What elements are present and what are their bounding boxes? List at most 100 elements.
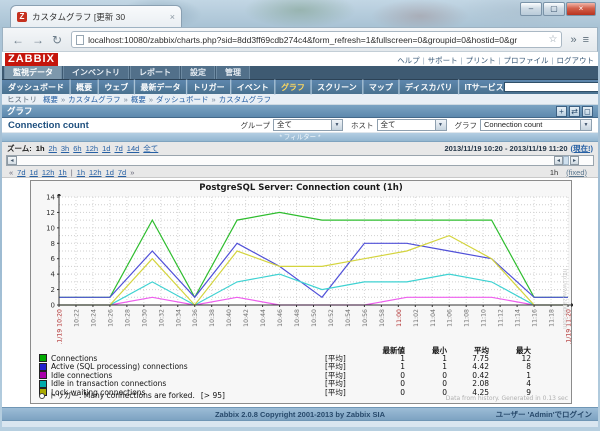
maximize-button[interactable]: ▢ xyxy=(543,2,565,16)
zoom-bar: ズーム: 1h 2h3h6h12h1d7d14d全て 2013/11/19 10… xyxy=(2,142,598,154)
prev-page-icon[interactable]: « xyxy=(9,168,13,177)
back-icon[interactable]: ← xyxy=(12,33,24,47)
forward-period-link[interactable]: 1d xyxy=(106,168,114,177)
separator: | xyxy=(397,78,401,96)
back-period-link[interactable]: 12h xyxy=(42,168,55,177)
tab-close-icon[interactable]: × xyxy=(170,12,175,22)
chevron-down-icon[interactable]: ▼ xyxy=(331,120,342,130)
zabbix-header: ZABBIX ヘルプ|サポート|プリント|プロファイル|ログアウト xyxy=(2,52,598,66)
browser-titlebar: Z カスタムグラフ [更新 30 × – ▢ × xyxy=(0,0,600,28)
back-period-link[interactable]: 1d xyxy=(30,168,38,177)
svg-text:0: 0 xyxy=(51,302,55,310)
sub-menu-item[interactable]: ITサービス xyxy=(465,82,504,93)
search-input[interactable] xyxy=(504,82,598,92)
header-link-3[interactable]: プロファイル xyxy=(504,56,549,65)
sub-menu-item[interactable]: ウェブ xyxy=(104,82,128,93)
back-period-links: 7d 1d 12h1h xyxy=(15,168,69,177)
scrollbar-left-arrow-icon[interactable]: ◂ xyxy=(7,156,17,165)
zoom-option-link[interactable]: 2h xyxy=(49,144,57,153)
sub-menu-item[interactable]: ダッシュボード xyxy=(8,82,64,93)
forward-icon[interactable]: → xyxy=(32,33,44,47)
zoom-option-link[interactable]: 全て xyxy=(143,144,158,153)
line-chart[interactable]: 0246810121411/19 10:2010:2210:2410:2610:… xyxy=(31,194,573,344)
now-link[interactable]: (現在!) xyxy=(571,143,594,154)
zoom-option-link[interactable]: 14d xyxy=(127,144,140,153)
scrollbar-selection[interactable] xyxy=(563,156,569,165)
svg-text:4: 4 xyxy=(51,271,56,279)
svg-text:10:46: 10:46 xyxy=(277,309,284,327)
time-period[interactable]: 2013/11/19 10:20 - 2013/11/19 11:20 xyxy=(444,144,567,153)
scrollbar-right-handle[interactable]: ▸ xyxy=(570,156,579,165)
back-period-link[interactable]: 7d xyxy=(17,168,25,177)
zoom-option-link[interactable]: 1d xyxy=(102,144,110,153)
chevron-down-icon[interactable]: ▼ xyxy=(580,120,591,130)
header-link-1[interactable]: サポート xyxy=(428,56,458,65)
sub-menu-item[interactable]: 概要 xyxy=(76,82,92,93)
bookmark-star-icon[interactable]: ☆ xyxy=(548,34,557,45)
filter-select[interactable]: 全て▼ xyxy=(377,119,447,131)
breadcrumb-link[interactable]: ダッシュボード xyxy=(156,95,209,104)
fixed-link[interactable]: (fixed) xyxy=(566,168,587,177)
zoom-option-link[interactable]: 3h xyxy=(61,144,69,153)
breadcrumb-link[interactable]: 概要 xyxy=(43,95,58,104)
slideshow-icon[interactable]: ⇄ xyxy=(569,106,580,117)
graph-title-link[interactable]: Connection count xyxy=(8,120,89,131)
forward-period-link[interactable]: 7d xyxy=(118,168,126,177)
back-period-link[interactable]: 1h xyxy=(58,168,66,177)
main-tab[interactable]: 設定 xyxy=(181,64,215,79)
sub-menu-item[interactable]: イベント xyxy=(237,82,269,93)
chevron-down-icon[interactable]: ▼ xyxy=(435,120,446,130)
main-tab[interactable]: 管理 xyxy=(216,64,250,79)
sub-menu-item[interactable]: トリガー xyxy=(193,82,225,93)
main-tab[interactable]: レポート xyxy=(130,64,180,79)
header-link-0[interactable]: ヘルプ xyxy=(397,56,420,65)
browser-tab[interactable]: Z カスタムグラフ [更新 30 × xyxy=(10,5,182,28)
svg-text:10:38: 10:38 xyxy=(209,309,216,327)
zoom-option-link[interactable]: 12h xyxy=(86,144,99,153)
scrollbar-left-handle[interactable]: ◂ xyxy=(554,156,563,165)
sub-menu-item[interactable]: ディスカバリ xyxy=(405,82,452,93)
filter-toggle-bar[interactable]: * フィルター * xyxy=(2,133,598,142)
breadcrumb-link[interactable]: カスタムグラフ xyxy=(68,95,121,104)
zabbix-favicon-icon: Z xyxy=(17,12,27,22)
filter-select[interactable]: Connection count▼ xyxy=(480,119,592,131)
time-scrollbar-track[interactable]: ◂ ◂ ▸ xyxy=(6,155,594,166)
url-field[interactable]: localhost:10080/zabbix/charts.php?sid=8d… xyxy=(71,31,562,48)
breadcrumb-link[interactable]: 概要 xyxy=(131,95,146,104)
forward-period-link[interactable]: 1h xyxy=(77,168,85,177)
sub-menu-item[interactable]: スクリーン xyxy=(317,82,357,93)
zoom-option-link[interactable]: 6h xyxy=(73,144,81,153)
svg-text:8: 8 xyxy=(51,240,55,248)
fullscreen-icon[interactable]: ◻ xyxy=(582,106,593,117)
header-link-4[interactable]: ログアウト xyxy=(557,56,595,65)
chart-footnote: Data from history. Generated in 0.13 sec xyxy=(446,395,568,402)
header-link-2[interactable]: プリント xyxy=(466,56,496,65)
forward-period-link[interactable]: 12h xyxy=(89,168,102,177)
extensions-overflow-icon[interactable]: » xyxy=(570,34,576,46)
reload-icon[interactable]: ↻ xyxy=(52,33,62,47)
zabbix-logo[interactable]: ZABBIX xyxy=(5,53,58,66)
zoom-current: 1h xyxy=(36,144,45,153)
svg-text:14: 14 xyxy=(46,194,55,202)
main-tab[interactable]: 監視データ xyxy=(4,64,62,79)
breadcrumb-link[interactable]: カスタムグラフ xyxy=(219,95,272,104)
next-page-icon[interactable]: » xyxy=(130,168,134,177)
main-tab[interactable]: インベントリ xyxy=(63,64,129,79)
filter-select[interactable]: 全て▼ xyxy=(273,119,343,131)
svg-text:11:02: 11:02 xyxy=(413,309,420,327)
svg-text:10:52: 10:52 xyxy=(328,309,335,327)
svg-text:10:32: 10:32 xyxy=(158,309,165,327)
zoom-option-link[interactable]: 7d xyxy=(114,144,122,153)
time-scrollbar-row: ◂ ◂ ▸ xyxy=(2,154,598,167)
sub-menu-item[interactable]: グラフ xyxy=(281,82,305,93)
add-favourite-icon[interactable]: + xyxy=(556,106,567,117)
close-button[interactable]: × xyxy=(566,2,596,16)
legend-value: 0 xyxy=(405,388,447,397)
chrome-menu-icon[interactable]: ≡ xyxy=(583,34,589,46)
sub-menu-item[interactable]: マップ xyxy=(369,82,393,93)
filter-label: ホスト xyxy=(351,120,374,131)
url-text[interactable]: localhost:10080/zabbix/charts.php?sid=8d… xyxy=(88,35,545,45)
svg-text:10:24: 10:24 xyxy=(90,309,97,327)
minimize-button[interactable]: – xyxy=(520,2,542,16)
sub-menu-item[interactable]: 最新データ xyxy=(140,82,180,93)
